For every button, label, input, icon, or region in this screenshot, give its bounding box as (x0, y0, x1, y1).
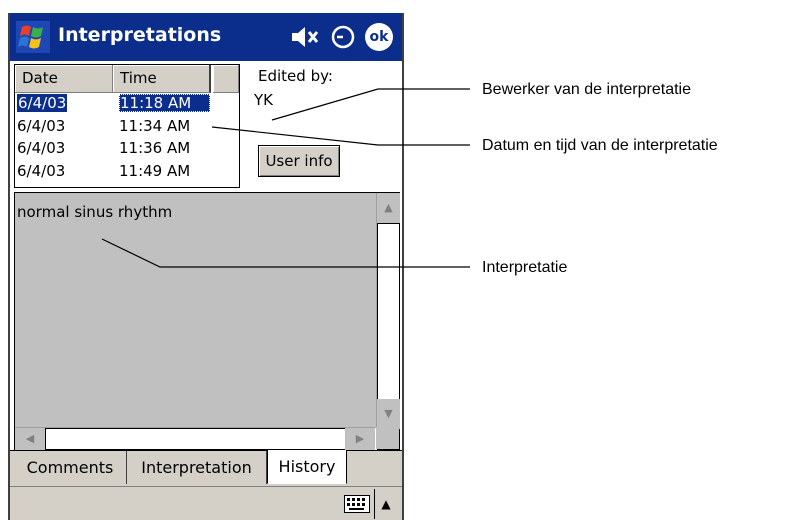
row-date: 6/4/03 (17, 94, 68, 112)
user-info-button[interactable]: User info (258, 145, 340, 177)
tab-strip: Comments Interpretation History (10, 450, 402, 487)
app-title: Interpretations (58, 24, 222, 46)
input-panel-arrow-icon[interactable]: ▲ (374, 489, 397, 519)
column-header-date[interactable]: Date (15, 65, 113, 93)
clock-icon[interactable] (330, 24, 356, 50)
row-time: 11:34 AM (119, 117, 191, 135)
column-header-time[interactable]: Time (113, 65, 211, 93)
interpretation-text: normal sinus rhythm (17, 203, 173, 221)
annotation-datetime: Datum en tijd van de interpretatie (482, 137, 718, 154)
annotation-editor: Bewerker van de interpretatie (482, 81, 691, 98)
pocket-pc-screen: Interpretations ok Date Time 6/4/03 11:1… (8, 13, 404, 520)
ok-button[interactable]: ok (365, 23, 393, 51)
title-bar: Interpretations ok (10, 13, 402, 61)
windows-start-icon[interactable] (16, 21, 50, 53)
horizontal-scrollbar[interactable]: ◀ ▶ (15, 427, 377, 450)
tab-history[interactable]: History (267, 450, 347, 484)
list-item[interactable]: 6/4/03 11:34 AM (15, 116, 239, 138)
tab-interpretation[interactable]: Interpretation (127, 451, 267, 484)
row-time: 11:49 AM (119, 162, 191, 180)
list-item[interactable]: 6/4/03 11:36 AM (15, 138, 239, 160)
scroll-down-icon[interactable]: ▼ (377, 399, 400, 429)
scroll-right-icon[interactable]: ▶ (345, 428, 375, 450)
scroll-corner (376, 427, 399, 449)
row-time: 11:18 AM (119, 94, 210, 112)
keyboard-icon[interactable] (344, 495, 370, 513)
vertical-scroll-thumb[interactable] (377, 223, 400, 401)
history-list[interactable]: Date Time 6/4/03 11:18 AM 6/4/03 11:34 A… (14, 64, 240, 188)
annotation-interpretation: Interpretatie (482, 259, 568, 276)
interpretation-textarea[interactable]: normal sinus rhythm ▲ ▼ ◀ ▶ (14, 192, 400, 450)
row-date: 6/4/03 (17, 162, 66, 180)
scroll-up-icon[interactable]: ▲ (377, 193, 400, 223)
edited-by-value: YK (254, 91, 273, 109)
volume-muted-icon[interactable] (290, 24, 320, 50)
edited-by-label: Edited by: (258, 67, 333, 85)
tab-comments[interactable]: Comments (14, 451, 127, 484)
list-item-selected[interactable]: 6/4/03 11:18 AM (15, 93, 239, 115)
horizontal-scroll-thumb[interactable] (45, 428, 347, 450)
row-time: 11:36 AM (119, 139, 191, 157)
scroll-left-icon[interactable]: ◀ (15, 428, 45, 450)
list-item[interactable]: 6/4/03 11:49 AM (15, 161, 239, 183)
column-header-blank[interactable] (213, 65, 239, 93)
row-date: 6/4/03 (17, 117, 66, 135)
command-bar: ▲ (10, 486, 402, 520)
row-date: 6/4/03 (17, 139, 66, 157)
vertical-scrollbar[interactable]: ▲ ▼ (376, 193, 400, 429)
